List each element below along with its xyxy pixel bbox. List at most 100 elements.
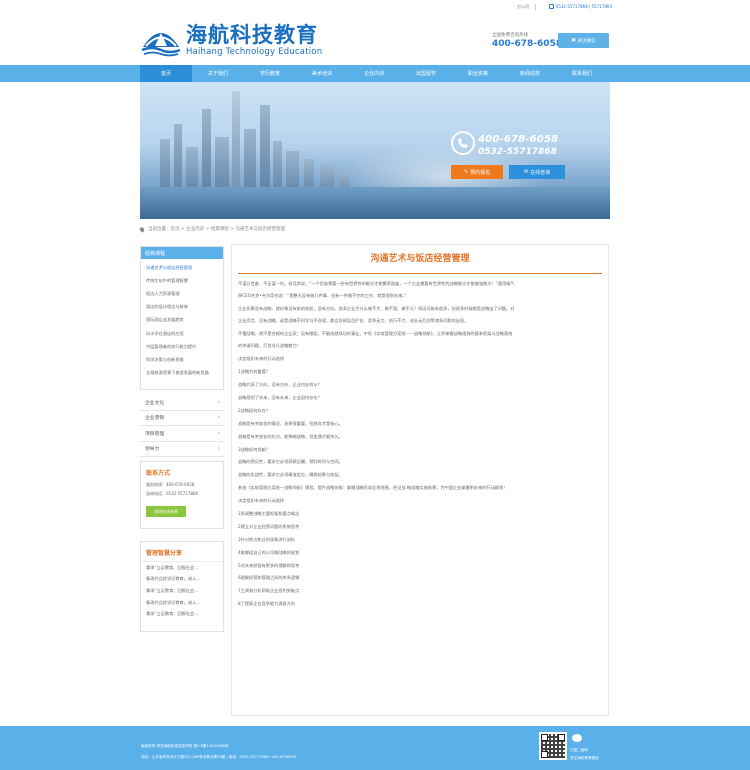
hotline-number: 400-678-6058	[492, 39, 563, 49]
course-item[interactable]: 饭店人力资源管理	[141, 287, 223, 300]
article-paragraph: 企业如果没有战略，就好像没有航的轮船，没有方向。很多企业为什么做不大、做不强、做…	[238, 306, 515, 312]
category-list: 企业文化 › 企业营销 › 项目管理 › 领导力 ›	[140, 395, 224, 457]
article-paragraph: 企业而言，没有战略，或是战略不科学与不合理，都会导致盲目扩张、竞争无力、执行不力…	[238, 318, 469, 324]
wechat-follow-label: 关注微信	[577, 38, 596, 44]
article-paragraph: 不谋万世者，不足谋一时。俗话常说，“一个民族需要一些有世界性的眼光才能繁荣昌盛，…	[238, 281, 515, 286]
course-item[interactable]: 中层管理者的执行能力提升	[141, 340, 223, 353]
online-teacher-button[interactable]: 咨询在线老师	[146, 506, 186, 517]
category-label: 企业文化	[145, 400, 165, 406]
phone-circle-icon	[451, 131, 475, 155]
course-item[interactable]: 传统文化中的管理智慧	[141, 274, 223, 287]
nav-item-qualification[interactable]: 职业资格	[452, 65, 504, 82]
article-paragraph: 的关键问题，打造非凡战略魅力！	[238, 343, 301, 349]
chevron-right-icon: ›	[217, 429, 220, 437]
nav-item-art[interactable]: 美术培训	[296, 65, 348, 82]
share-item[interactable]: 集现代远程学历教育，成人...	[141, 597, 223, 609]
chevron-right-icon: ›	[217, 445, 220, 453]
article-paragraph: 4能够组自己的公司做战略的规划	[238, 549, 300, 555]
article-paragraph: 参加《实效管理方案班—战略领航》课程，提升战略技能：掌握战略形成全线地图，把记战…	[238, 485, 508, 491]
contact-phone: 咨询电话：0532-55717868	[146, 491, 198, 496]
logo[interactable]: 海航科技教育 Haihang Technology Education	[140, 24, 322, 57]
hotline: 全国免费咨询热线 400-678-6058	[492, 32, 562, 49]
course-item[interactable]: 风水学在酒店的应用	[141, 327, 223, 340]
course-item[interactable]: 全域旅游背景下旅游发展的新思路	[141, 367, 223, 380]
share-panel: 管理智慧分享 秉承“立足教育、回报社会... 集现代远程学历教育，成人... 秉…	[140, 541, 224, 632]
wechat-icon: ▣	[571, 38, 576, 43]
qr-caption-1: 扫描二维码	[570, 748, 588, 752]
article-paragraph: 3战略如何领航？	[238, 446, 270, 452]
signup-icon: ✎	[463, 169, 469, 175]
consult-icon: ✉	[523, 169, 529, 175]
nav-item-news[interactable]: 新闻动态	[504, 65, 556, 82]
article-paragraph: 原CEO杰克•韦尔奇也说：“我整天没有做几件事，但有一件做不完的工作，就是规划未…	[238, 293, 407, 299]
phone-icon	[548, 4, 554, 9]
article-paragraph: 1战略为何重要？	[238, 369, 270, 375]
breadcrumb: 当前位置：首页 > 企业内训 > 经典课程 > 沟通艺术与饭店经营管理	[138, 225, 285, 233]
course-list-panel: 经典课程 沟通艺术与饭店经营管理 传统文化中的管理智慧 饭店人力资源管理 酒店的…	[140, 246, 224, 390]
contact-hotline: 服务热线：400-678-6058	[146, 482, 195, 487]
signup-label: 预约报名	[470, 169, 491, 176]
article-paragraph: 战略的实战性，要求它必须精准定位，确保结果与效益。	[238, 472, 343, 478]
share-item[interactable]: 集现代远程学历教育，成人...	[141, 574, 223, 586]
article-paragraph: 8了提高企业竞争能力满意方向	[238, 601, 296, 607]
article-paragraph: 2战略因何存在？	[238, 407, 270, 413]
share-title: 管理智慧分享	[141, 542, 223, 562]
wechat-follow-button[interactable]: ▣ 关注微信	[558, 33, 609, 48]
title-divider	[238, 273, 602, 274]
top-links: 分公司	[517, 4, 536, 10]
breadcrumb-text[interactable]: 当前位置：首页 > 企业内训 > 经典课程 > 沟通艺术与饭店经营管理	[148, 226, 285, 232]
article-paragraph: 不懂战略，就不是合格的企业家；没有眼距，不能成就成功的事业。中旺《实效管理方案班…	[238, 331, 513, 337]
chevron-right-icon: ›	[217, 414, 220, 422]
divider	[535, 4, 536, 10]
share-item[interactable]: 秉承“立足教育、回报社会...	[141, 608, 223, 620]
category-item-leadership[interactable]: 领导力 ›	[140, 442, 224, 457]
contact-title: 联系方式	[146, 470, 171, 477]
chevron-right-icon: ›	[217, 398, 220, 406]
category-item-culture[interactable]: 企业文化 ›	[140, 395, 224, 411]
banner-phone-secondary: 0532-55717868	[478, 147, 557, 157]
online-consult-button[interactable]: ✉ 在线咨询	[509, 165, 565, 179]
branch-link[interactable]: 分公司	[517, 4, 529, 10]
article-paragraph: 5对未来经营有更多的理解和思考	[238, 562, 300, 568]
nav-item-home[interactable]: 首页	[140, 65, 192, 82]
qr-code-icon	[539, 732, 567, 760]
contact-panel: 联系方式 服务热线：400-678-6058 咨询电话：0532-5571786…	[140, 461, 224, 529]
share-item[interactable]: 秉承“立足教育、回报社会...	[141, 585, 223, 597]
category-label: 项目管理	[145, 431, 165, 437]
wechat-icon	[572, 734, 582, 742]
logo-subtitle: Haihang Technology Education	[186, 47, 323, 57]
article-panel: 沟通艺术与饭店经营管理 不谋万世者，不足谋一时。俗话常说，“一个民族需要一些有世…	[231, 244, 609, 716]
logo-title: 海航科技教育	[186, 23, 318, 47]
course-item[interactable]: 沟通艺术与饭店经营管理	[141, 261, 223, 274]
consult-label: 在线咨询	[530, 169, 551, 176]
course-item[interactable]: 科学决策与创新思维	[141, 353, 223, 366]
hotline-label: 全国免费咨询热线	[492, 33, 528, 38]
top-phone-number: 0532-55717868 | 55717869	[555, 4, 612, 9]
course-list-heading: 经典课程	[141, 247, 223, 259]
article-paragraph: 决定组织未来的行动选择	[238, 356, 285, 362]
category-item-project[interactable]: 项目管理 ›	[140, 426, 224, 442]
article-paragraph: 战略代表了方向，没有方向，企业何去何从？	[238, 382, 322, 388]
nav-item-about[interactable]: 关于我们	[192, 65, 244, 82]
share-item[interactable]: 秉承“立足教育、回报社会...	[141, 562, 223, 574]
nav-item-corporate-training[interactable]: 企业内训	[348, 65, 400, 82]
location-pin-icon	[138, 225, 146, 233]
article-paragraph: 6理解经营和管理之间的关系逻辑	[238, 575, 300, 581]
nav-item-degree[interactable]: 学历教育	[244, 65, 296, 82]
main-nav: 首页 关于我们 学历教育 美术培训 企业内训 出国留学 职业资格 新闻动态 联系…	[0, 65, 750, 82]
nav-item-study-abroad[interactable]: 出国留学	[400, 65, 452, 82]
footer-copyright: 版权所有 青岛海航科技信息学校 鲁ICP备13004468号	[141, 744, 229, 748]
article-paragraph: 战略是有关变化的应对，能弹缩战略，但变通才能持久。	[238, 433, 343, 439]
article-title: 沟通艺术与饭店经营管理	[370, 254, 470, 264]
course-item[interactable]: 酒店的设计理念与装修	[141, 301, 223, 314]
category-item-marketing[interactable]: 企业营销 ›	[140, 411, 224, 426]
course-item[interactable]: 国际酒店业发展趋势	[141, 314, 223, 327]
article-paragraph: 战略规划了未来，没有未来，企业因何存在？	[238, 394, 322, 400]
footer	[0, 726, 750, 770]
nav-item-contact[interactable]: 联系我们	[556, 65, 608, 82]
signup-button[interactable]: ✎ 预约报名	[451, 165, 503, 179]
logo-mark-icon	[141, 32, 181, 56]
article-paragraph: 2建立对企业经营问题的系统思考	[238, 523, 300, 529]
qr-caption-2: 关注海航教育微信	[570, 756, 599, 760]
article-paragraph: 7工具和分析帮助企业找到突破点	[238, 588, 300, 594]
